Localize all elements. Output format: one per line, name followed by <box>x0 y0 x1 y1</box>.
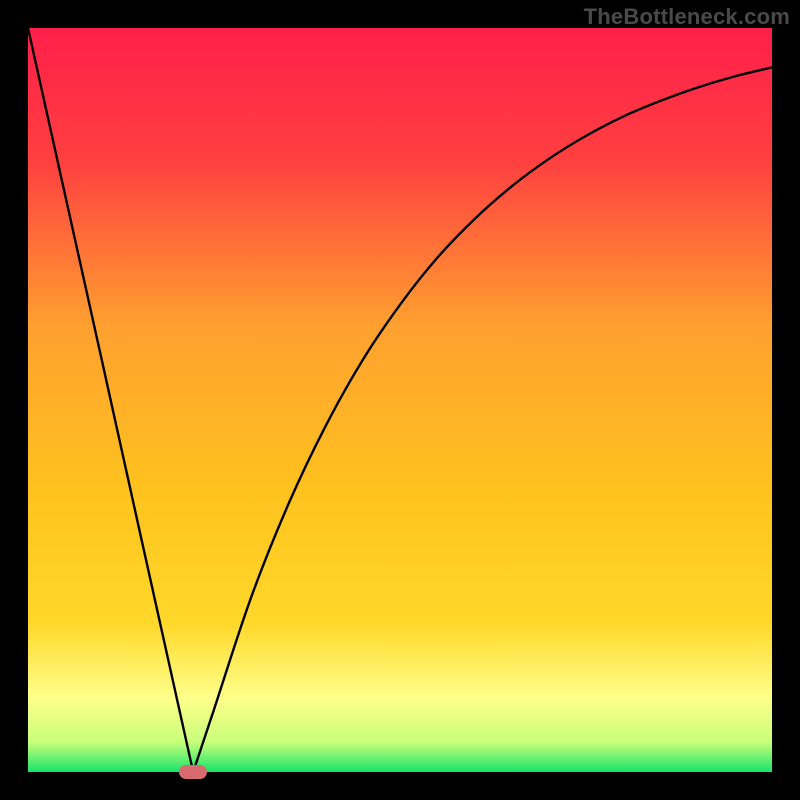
gradient-background <box>28 28 772 772</box>
chart-frame: TheBottleneck.com <box>0 0 800 800</box>
bottleneck-chart <box>28 28 772 772</box>
watermark-text: TheBottleneck.com <box>584 4 790 30</box>
plot-area <box>28 28 772 772</box>
optimum-marker <box>179 765 207 779</box>
